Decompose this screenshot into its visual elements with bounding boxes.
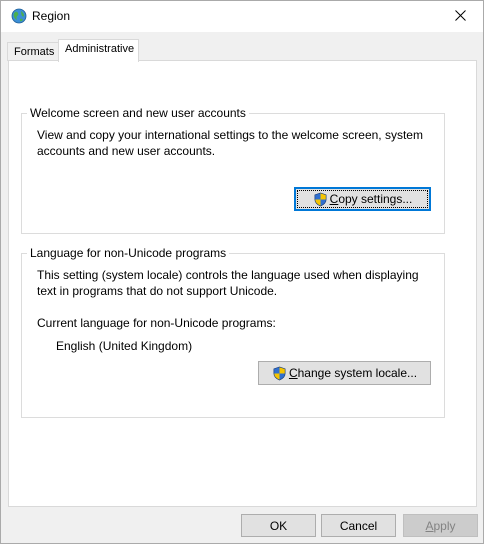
group-legend: Language for non-Unicode programs — [30, 246, 227, 260]
close-icon — [454, 9, 466, 24]
apply-button[interactable]: Apply — [403, 514, 478, 537]
copy-settings-button[interactable]: Copy settings... — [294, 187, 431, 211]
dialog-client: Formats Administrative Welcome screen an… — [1, 32, 483, 543]
uac-shield-icon — [273, 366, 286, 380]
button-label: OK — [269, 518, 288, 533]
region-dialog: Region Formats Administrative Welcome sc… — [0, 0, 484, 544]
focus-rect — [297, 190, 428, 208]
tab-formats[interactable]: Formats — [7, 42, 60, 61]
accesskey: A — [425, 518, 434, 533]
window-title: Region — [32, 9, 71, 23]
welcome-screen-group: Welcome screen and new user accounts — [21, 106, 445, 234]
group-legend: Welcome screen and new user accounts — [30, 106, 246, 120]
change-system-locale-button[interactable]: Change system locale... — [258, 361, 431, 385]
tab-label: Administrative — [65, 43, 135, 55]
ok-button[interactable]: OK — [241, 514, 316, 537]
administrative-panel: Welcome screen and new user accounts Vie… — [8, 60, 477, 507]
cancel-button[interactable]: Cancel — [321, 514, 396, 537]
locale-description: This setting (system locale) controls th… — [37, 268, 419, 298]
title-bar: Region — [1, 1, 483, 32]
current-language-value: English (United Kingdom) — [56, 339, 193, 353]
globe-icon — [11, 8, 27, 24]
tab-label: Formats — [14, 46, 55, 58]
close-button[interactable] — [437, 1, 483, 32]
button-label: hange system locale... — [297, 366, 418, 380]
button-label: pply — [433, 518, 456, 533]
tab-administrative[interactable]: Administrative — [58, 39, 139, 62]
current-language-label: Current language for non-Unicode program… — [37, 316, 276, 330]
welcome-description: View and copy your international setting… — [37, 128, 423, 158]
accesskey: C — [288, 366, 298, 380]
button-label: Cancel — [339, 518, 378, 533]
